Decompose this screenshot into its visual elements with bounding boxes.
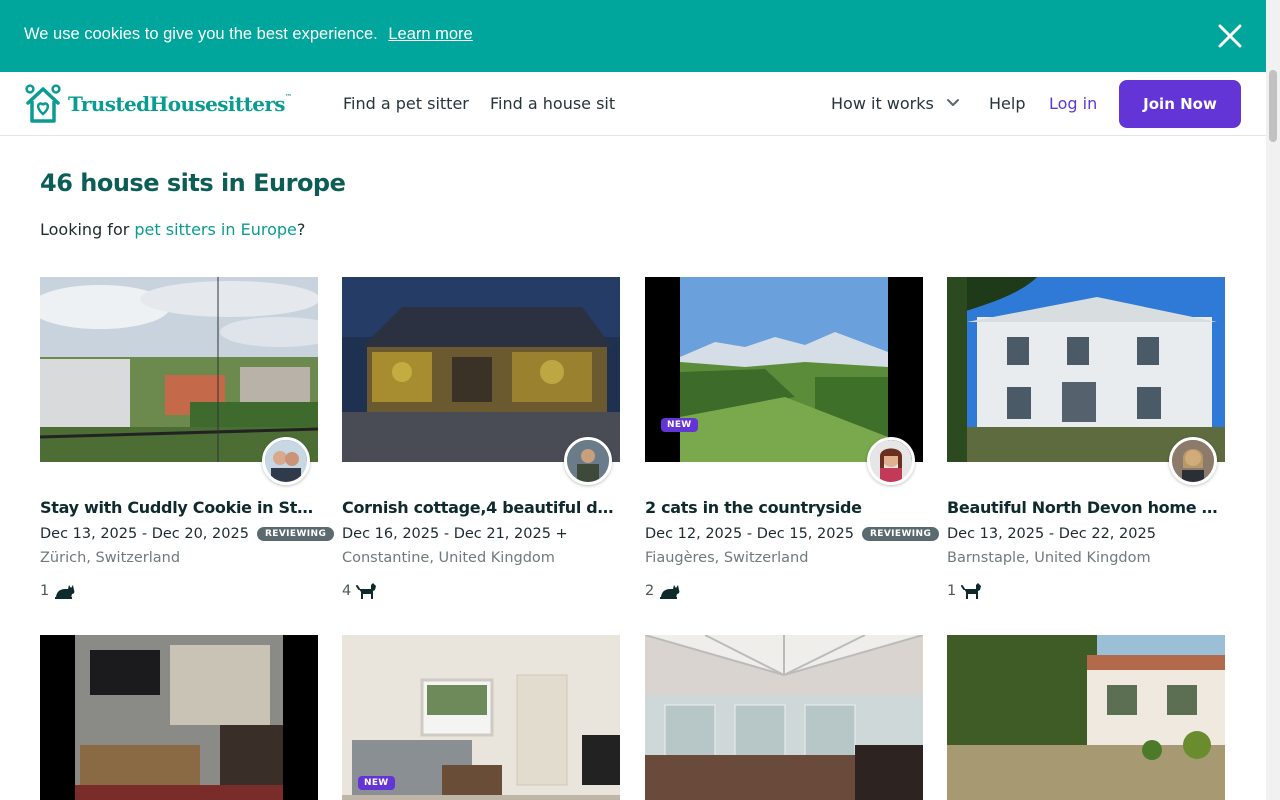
- status-badge: REVIEWING: [861, 527, 940, 541]
- scrollbar[interactable]: [1266, 0, 1280, 800]
- status-badge: REVIEWING: [256, 527, 335, 541]
- scrollbar-thumb[interactable]: [1269, 70, 1277, 142]
- site-header: TrustedHousesitters™ Find a pet sitter F…: [0, 72, 1266, 136]
- date-range: Dec 16, 2025 - Dec 21, 2025 +: [342, 526, 568, 542]
- nav-how-it-works[interactable]: How it works: [831, 94, 934, 113]
- listing-image[interactable]: NEW: [342, 635, 620, 800]
- listing-image[interactable]: [947, 635, 1225, 800]
- pet-count: 1: [947, 581, 983, 601]
- listing-title[interactable]: Cornish cottage,4 beautiful dogs and lot…: [342, 498, 620, 517]
- logo[interactable]: TrustedHousesitters™: [24, 83, 292, 125]
- listing-photo: [342, 277, 620, 462]
- listing-card[interactable]: Stay with Cuddly Cookie in Stylish Züric…: [40, 277, 335, 599]
- pet-count: 4: [342, 581, 378, 601]
- nav-help[interactable]: Help: [989, 94, 1025, 113]
- listing-location: Constantine, United Kingdom: [342, 550, 555, 566]
- listing-dates: Dec 16, 2025 - Dec 21, 2025 +: [342, 526, 568, 542]
- listing-dates: Dec 12, 2025 - Dec 15, 2025 REVIEWING: [645, 526, 940, 542]
- listing-photo: [645, 277, 923, 462]
- listing-location: Zürich, Switzerland: [40, 550, 181, 566]
- listing-card[interactable]: [947, 635, 1225, 800]
- date-range: Dec 13, 2025 - Dec 20, 2025: [40, 526, 249, 542]
- house-heart-icon: [25, 84, 61, 123]
- nav-log-in[interactable]: Log in: [1049, 94, 1097, 113]
- listing-title[interactable]: Beautiful North Devon home requires a ho…: [947, 498, 1225, 517]
- close-icon[interactable]: [1216, 22, 1244, 50]
- host-avatar: [867, 437, 915, 485]
- listing-title[interactable]: Stay with Cuddly Cookie in Stylish Züric…: [40, 498, 318, 517]
- listing-card[interactable]: [40, 635, 318, 800]
- pet-sitters-link[interactable]: pet sitters in Europe: [134, 220, 296, 239]
- date-range: Dec 13, 2025 - Dec 22, 2025: [947, 526, 1156, 542]
- listing-card[interactable]: Cornish cottage,4 beautiful dogs and lot…: [342, 277, 620, 599]
- pet-count: 1: [40, 581, 76, 601]
- listing-title[interactable]: 2 cats in the countryside: [645, 498, 923, 517]
- listing-image[interactable]: [645, 635, 923, 800]
- cookie-message: We use cookies to give you the best expe…: [24, 25, 473, 44]
- new-badge: NEW: [661, 418, 698, 432]
- cat-icon: [660, 585, 680, 599]
- listing-dates: Dec 13, 2025 - Dec 22, 2025: [947, 526, 1156, 542]
- listing-image[interactable]: [947, 277, 1225, 485]
- chevron-down-icon[interactable]: [946, 98, 960, 108]
- listing-card[interactable]: NEW: [342, 635, 620, 800]
- listing-location: Fiaugères, Switzerland: [645, 550, 809, 566]
- nav-find-pet-sitter[interactable]: Find a pet sitter: [343, 94, 469, 113]
- listing-photo: [40, 277, 318, 462]
- listing-photo: [645, 635, 923, 800]
- host-avatar: [564, 437, 612, 485]
- date-range: Dec 12, 2025 - Dec 15, 2025: [645, 526, 854, 542]
- host-avatar: [1169, 437, 1217, 485]
- listing-image[interactable]: [40, 635, 318, 800]
- learn-more-link[interactable]: Learn more: [388, 25, 472, 43]
- listing-dates: Dec 13, 2025 - Dec 20, 2025 REVIEWING: [40, 526, 335, 542]
- new-badge: NEW: [358, 776, 395, 790]
- dog-icon: [356, 583, 377, 599]
- cookie-banner: We use cookies to give you the best expe…: [0, 0, 1266, 72]
- listing-location: Barnstaple, United Kingdom: [947, 550, 1151, 566]
- listing-card[interactable]: NEW 2 cats in the countryside Dec 12, 20…: [645, 277, 940, 599]
- looking-for-text: Looking for pet sitters in Europe?: [40, 220, 306, 239]
- cat-icon: [55, 585, 75, 599]
- listing-image[interactable]: [342, 277, 620, 485]
- listing-image[interactable]: NEW: [645, 277, 923, 485]
- cookie-text: We use cookies to give you the best expe…: [24, 25, 378, 43]
- page-title: 46 house sits in Europe: [40, 169, 346, 197]
- listing-card[interactable]: [645, 635, 923, 800]
- listing-image[interactable]: [40, 277, 318, 485]
- listing-photo: [947, 635, 1225, 800]
- listing-photo: [947, 277, 1225, 462]
- join-now-button[interactable]: Join Now: [1119, 80, 1241, 128]
- logo-text: TrustedHousesitters™: [68, 92, 292, 116]
- dog-icon: [961, 583, 982, 599]
- listing-card[interactable]: Beautiful North Devon home requires a ho…: [947, 277, 1225, 599]
- pet-count: 2: [645, 581, 681, 601]
- nav-find-house-sit[interactable]: Find a house sit: [490, 94, 615, 113]
- host-avatar: [262, 437, 310, 485]
- listing-photo: [40, 635, 318, 800]
